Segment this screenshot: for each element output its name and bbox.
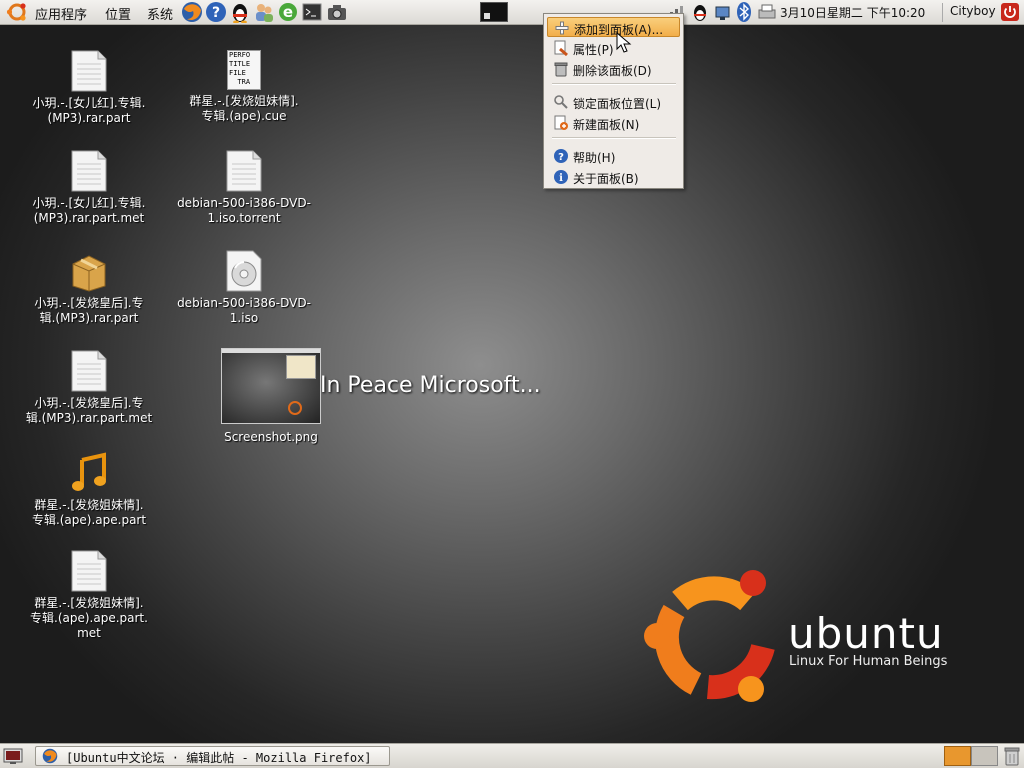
top-panel: 应用程序 位置 系统 ? e 3月10日星期二 下午10:20 Cityboy: [0, 0, 1024, 25]
qq-tray-icon[interactable]: [689, 1, 711, 23]
desktop-icon-file-4[interactable]: 小玥.-.[发烧皇后].专 辑.(MP3).rar.part.met: [14, 350, 164, 426]
image-thumbnail-icon: [221, 348, 321, 424]
document-icon: [226, 150, 262, 192]
svg-text:i: i: [559, 173, 563, 184]
svg-text:?: ?: [558, 152, 564, 163]
desktop-icon-label: 小玥.-.[女儿红].专辑. (MP3).rar.part: [32, 96, 146, 125]
ubuntu-wordmark: ubuntu: [788, 609, 944, 658]
desktop-icon-file-6[interactable]: 群星.-.[发烧姐妹情]. 专辑.(ape).ape.part. met: [14, 550, 164, 641]
svg-text:?: ?: [212, 5, 220, 21]
ubuntu-logo: [644, 570, 775, 702]
bluetooth-icon[interactable]: [733, 1, 755, 23]
menu-system[interactable]: 系统: [147, 4, 173, 23]
desktop-icon-label: 群星.-.[发烧姐妹情]. 专辑.(ape).ape.part: [31, 498, 147, 527]
qq-penguin-icon[interactable]: [229, 1, 251, 23]
desktop-icon-label: 小玥.-.[发烧皇后].专 辑.(MP3).rar.part: [34, 296, 144, 325]
workspace-2[interactable]: [971, 746, 998, 766]
document-icon: [71, 350, 107, 392]
properties-icon: [554, 40, 568, 56]
terminal-icon[interactable]: [301, 1, 323, 23]
trash-icon: [554, 62, 568, 77]
desktop-icon-label: 群星.-.[发烧姐妹情]. 专辑.(ape).cue: [189, 94, 299, 123]
screenshot-camera-icon[interactable]: [326, 1, 348, 23]
taskbar-window-title: [Ubuntu中文论坛 · 编辑此帖 - Mozilla Firefox]: [66, 751, 372, 765]
desktop-icon-file-5[interactable]: 群星.-.[发烧姐妹情]. 专辑.(ape).ape.part: [14, 452, 164, 528]
ubuntu-tagline: Linux For Human Beings: [789, 654, 948, 669]
menu-item-new-panel[interactable]: 新建面板(N): [547, 113, 680, 133]
desktop[interactable]: 小玥.-.[女儿红].专辑. (MP3).rar.part 小玥.-.[女儿红]…: [0, 25, 1024, 743]
show-desktop-icon[interactable]: [3, 746, 23, 766]
panel-separator: [942, 3, 943, 22]
desktop-icon-label: 小玥.-.[发烧皇后].专 辑.(MP3).rar.part.met: [25, 396, 153, 425]
menu-applications[interactable]: 应用程序: [35, 4, 87, 23]
panel-context-menu: 添加到面板(A)... 属性(P) 删除该面板(D) 锁定面板位置(L) 新建面…: [543, 13, 684, 189]
desktop-icon-file-9[interactable]: debian-500-i386-DVD- 1.iso: [169, 250, 319, 326]
desktop-icon-label: debian-500-i386-DVD- 1.iso: [177, 296, 311, 325]
desktop-icon-file-3[interactable]: 小玥.-.[发烧皇后].专 辑.(MP3).rar.part: [14, 250, 164, 326]
trash-icon[interactable]: [1003, 746, 1021, 766]
clock[interactable]: 3月10日星期二 下午10:20: [780, 4, 925, 21]
desktop-overlay-text: In Peace Microsoft...: [320, 373, 541, 398]
shutdown-icon[interactable]: [1001, 3, 1019, 21]
desktop-icon-label: 群星.-.[发烧姐妹情]. 专辑.(ape).ape.part. met: [30, 596, 148, 640]
firefox-icon: [42, 748, 58, 764]
help-icon: ?: [554, 149, 568, 163]
menu-item-add-to-panel[interactable]: 添加到面板(A)...: [547, 17, 680, 37]
menu-item-lock-panel[interactable]: 锁定面板位置(L): [547, 92, 680, 112]
menu-item-properties[interactable]: 属性(P): [547, 38, 680, 58]
disc-image-icon: [226, 250, 262, 292]
power-tray-icon[interactable]: [711, 1, 733, 23]
document-icon: [71, 150, 107, 192]
menu-item-about-panels[interactable]: i 关于面板(B): [547, 167, 680, 187]
contacts-icon[interactable]: [253, 1, 275, 23]
printer-icon[interactable]: [756, 1, 778, 23]
workspace-1[interactable]: [944, 746, 971, 766]
desktop-icon-label: debian-500-i386-DVD- 1.iso.torrent: [177, 196, 311, 225]
ubuntu-menu-icon[interactable]: [6, 1, 28, 23]
desktop-icon-file-8[interactable]: debian-500-i386-DVD- 1.iso.torrent: [169, 150, 319, 226]
firefox-icon[interactable]: [181, 1, 203, 23]
music-note-icon: [72, 452, 106, 491]
desktop-icon-file-1[interactable]: 小玥.-.[女儿红].专辑. (MP3).rar.part: [14, 50, 164, 126]
document-icon: [71, 550, 107, 592]
menu-item-delete-panel[interactable]: 删除该面板(D): [547, 59, 680, 79]
desktop-icon-file-7[interactable]: PERFO TITLE FILE TRA 群星.-.[发烧姐妹情]. 专辑.(a…: [169, 50, 319, 124]
bottom-panel: [Ubuntu中文论坛 · 编辑此帖 - Mozilla Firefox]: [0, 743, 1024, 768]
desktop-icon-label: Screenshot.png: [224, 430, 318, 444]
menu-separator: [552, 83, 676, 85]
desktop-icon-file-2[interactable]: 小玥.-.[女儿红].专辑. (MP3).rar.part.met: [14, 150, 164, 226]
new-panel-icon: [554, 115, 568, 130]
cue-file-icon: PERFO TITLE FILE TRA: [227, 50, 261, 90]
document-icon: [71, 50, 107, 92]
about-icon: i: [554, 170, 568, 184]
help-icon[interactable]: ?: [205, 1, 227, 23]
mouse-cursor-icon: [616, 32, 632, 53]
package-icon: [72, 255, 106, 292]
add-icon: [555, 21, 569, 35]
svg-text:e: e: [283, 3, 293, 21]
taskbar-window-firefox[interactable]: [Ubuntu中文论坛 · 编辑此帖 - Mozilla Firefox]: [35, 746, 390, 766]
user-menu[interactable]: Cityboy: [950, 4, 996, 18]
workspace-switcher[interactable]: [480, 2, 508, 22]
lock-icon: [554, 95, 568, 109]
menu-places[interactable]: 位置: [105, 4, 131, 23]
browser-e-icon[interactable]: e: [277, 1, 299, 23]
menu-item-help[interactable]: ? 帮助(H): [547, 146, 680, 166]
menu-separator: [552, 137, 676, 139]
desktop-icon-label: 小玥.-.[女儿红].专辑. (MP3).rar.part.met: [32, 196, 146, 225]
